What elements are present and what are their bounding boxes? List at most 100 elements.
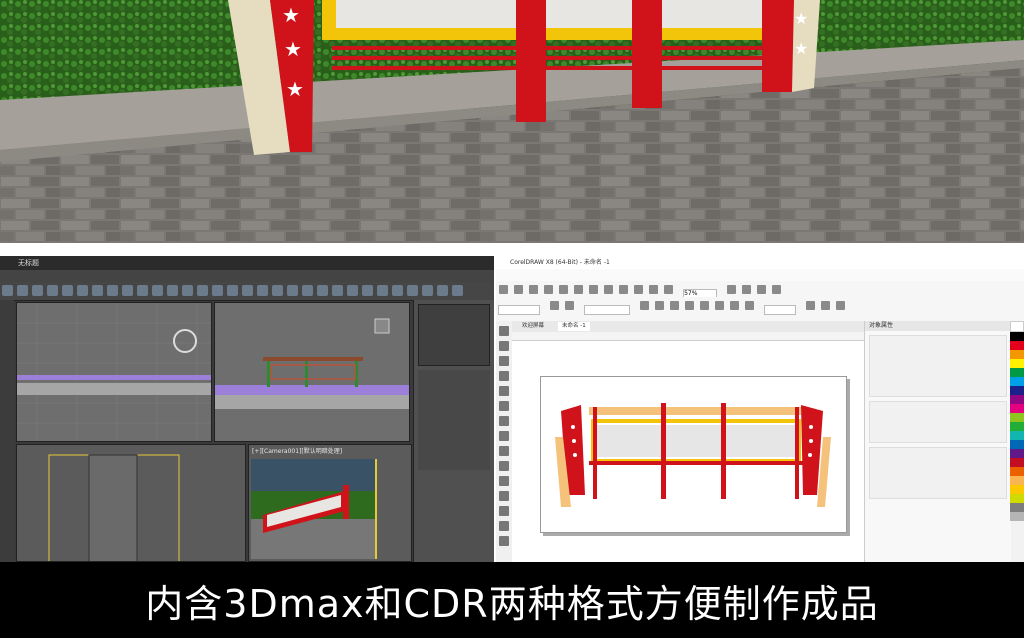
3dsmax-screenshot: 无标题 [+][Camera001][默认明暗处理]	[0, 256, 494, 562]
tool-icon[interactable]	[499, 491, 509, 501]
cdr-title-bar: CorelDRAW X8 (64-Bit) - 未命名 -1	[496, 256, 1024, 270]
tool-icon[interactable]	[32, 285, 43, 296]
tool-icon[interactable]	[452, 285, 463, 296]
coreldraw-screenshot: CorelDRAW X8 (64-Bit) - 未命名 -1 57% 欢迎屏幕 …	[494, 256, 1024, 562]
tool-icon[interactable]	[589, 285, 598, 294]
tool-icon[interactable]	[499, 416, 509, 426]
tool-icon[interactable]	[272, 285, 283, 296]
tool-icon[interactable]	[836, 301, 846, 310]
tool-icon[interactable]	[77, 285, 88, 296]
tool-icon[interactable]	[377, 285, 388, 296]
3dsmax-menu-bar	[0, 270, 494, 282]
tool-icon[interactable]	[529, 285, 538, 294]
tool-icon[interactable]	[287, 285, 298, 296]
tool-icon[interactable]	[17, 285, 28, 296]
tool-icon[interactable]	[257, 285, 268, 296]
tool-icon[interactable]	[499, 431, 509, 441]
tool-icon[interactable]	[574, 285, 583, 294]
tool-icon[interactable]	[742, 285, 752, 294]
tool-icon[interactable]	[407, 285, 418, 296]
tool-icon[interactable]	[821, 301, 831, 310]
tool-icon[interactable]	[392, 285, 403, 296]
tool-icon[interactable]	[499, 446, 509, 456]
3dsmax-command-panel[interactable]	[413, 300, 494, 562]
tool-icon[interactable]	[499, 476, 509, 486]
tool-icon[interactable]	[700, 301, 710, 310]
property-field[interactable]	[584, 304, 631, 315]
property-field[interactable]	[764, 304, 797, 315]
tool-icon[interactable]	[499, 341, 509, 351]
tool-icon[interactable]	[212, 285, 223, 296]
cdr-object-properties-docker[interactable]: 对象属性	[864, 321, 1011, 562]
tool-icon[interactable]	[2, 285, 13, 296]
tool-icon[interactable]	[362, 285, 373, 296]
tool-icon[interactable]	[634, 285, 643, 294]
tool-icon[interactable]	[499, 386, 509, 396]
tool-icon[interactable]	[655, 301, 665, 310]
docker-title: 对象属性	[865, 321, 1011, 331]
viewport-left[interactable]	[16, 444, 246, 562]
tool-icon[interactable]	[499, 326, 509, 336]
viewport-front[interactable]	[214, 302, 410, 442]
tool-icon[interactable]	[182, 285, 193, 296]
svg-text:★: ★	[282, 3, 300, 27]
tool-icon[interactable]	[757, 285, 767, 294]
property-field[interactable]	[498, 304, 540, 315]
tool-icon[interactable]	[565, 301, 575, 310]
tool-icon[interactable]	[499, 506, 509, 516]
tool-icon[interactable]	[62, 285, 73, 296]
tool-icon[interactable]	[47, 285, 58, 296]
viewport-top[interactable]	[16, 302, 212, 442]
tool-icon[interactable]	[107, 285, 118, 296]
tool-icon[interactable]	[640, 301, 650, 310]
tool-icon[interactable]	[499, 461, 509, 471]
tool-icon[interactable]	[604, 285, 613, 294]
tool-icon[interactable]	[499, 285, 508, 294]
billboard-vector-drawing	[555, 403, 831, 507]
tool-icon[interactable]	[806, 301, 816, 310]
tool-icon[interactable]	[152, 285, 163, 296]
tool-icon[interactable]	[137, 285, 148, 296]
tool-icon[interactable]	[619, 285, 628, 294]
tab-document[interactable]: 未命名 -1	[558, 322, 590, 331]
ruler-horizontal	[512, 332, 864, 341]
tool-icon[interactable]	[730, 301, 740, 310]
3dsmax-title: 无标题	[18, 259, 39, 267]
tool-icon[interactable]	[92, 285, 103, 296]
cdr-document-area[interactable]: 欢迎屏幕 未命名 -1	[512, 321, 864, 562]
tool-icon[interactable]	[670, 301, 680, 310]
tool-icon[interactable]	[422, 285, 433, 296]
tool-icon[interactable]	[499, 536, 509, 546]
tool-icon[interactable]	[437, 285, 448, 296]
command-panel-list	[418, 304, 490, 366]
tab-welcome[interactable]: 欢迎屏幕	[518, 322, 548, 331]
tool-icon[interactable]	[499, 401, 509, 411]
tool-icon[interactable]	[197, 285, 208, 296]
tool-icon[interactable]	[122, 285, 133, 296]
tool-icon[interactable]	[772, 285, 782, 294]
tool-icon[interactable]	[550, 301, 560, 310]
tool-icon[interactable]	[227, 285, 238, 296]
tool-icon[interactable]	[302, 285, 313, 296]
tool-icon[interactable]	[649, 285, 658, 294]
tool-icon[interactable]	[499, 356, 509, 366]
tool-icon[interactable]	[514, 285, 523, 294]
tool-icon[interactable]	[715, 301, 725, 310]
tool-icon[interactable]	[499, 521, 509, 531]
viewport-perspective[interactable]: [+][Camera001][默认明暗处理]	[248, 444, 412, 562]
tool-icon[interactable]	[499, 371, 509, 381]
tool-icon[interactable]	[745, 301, 755, 310]
tool-icon[interactable]	[332, 285, 343, 296]
tool-icon[interactable]	[685, 301, 695, 310]
tool-icon[interactable]	[347, 285, 358, 296]
tool-icon[interactable]	[317, 285, 328, 296]
cdr-color-palette[interactable]	[1010, 321, 1024, 562]
tool-icon[interactable]	[664, 285, 673, 294]
command-panel-rollout	[418, 370, 490, 470]
tool-icon[interactable]	[242, 285, 253, 296]
tool-icon[interactable]	[559, 285, 568, 294]
viewport-top-graphic	[17, 303, 211, 441]
tool-icon[interactable]	[167, 285, 178, 296]
tool-icon[interactable]	[727, 285, 737, 294]
tool-icon[interactable]	[544, 285, 553, 294]
